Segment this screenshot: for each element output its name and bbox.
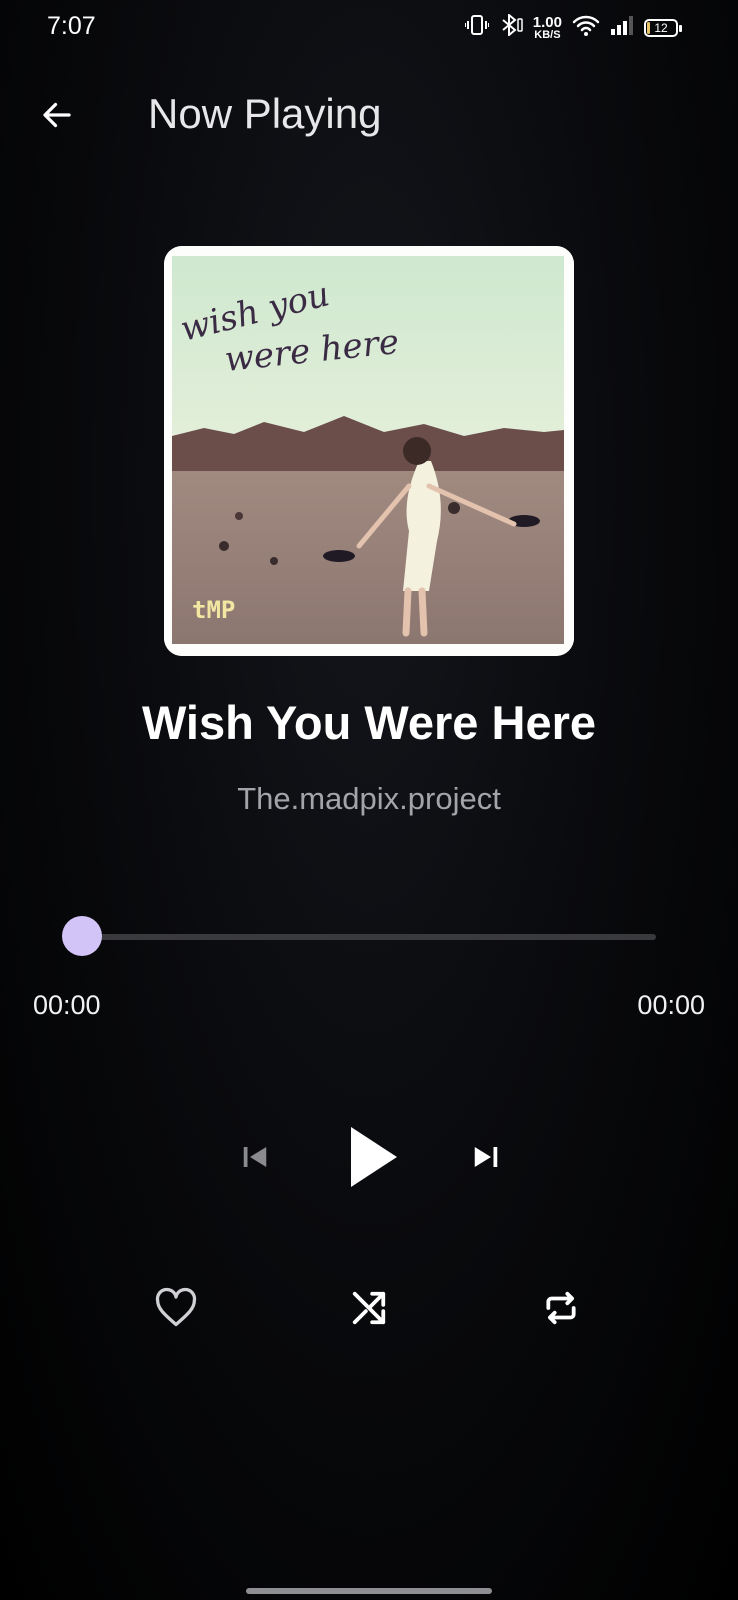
play-button[interactable] [338,1122,408,1192]
skip-previous-icon [243,1147,267,1167]
favorite-button[interactable] [152,1284,200,1332]
track-artist: The.madpix.project [237,781,501,816]
total-duration: 00:00 [637,990,705,1020]
status-bar: 7:07 1.00 KB/S 12 [0,0,738,58]
signal-icon [610,14,634,41]
page-title: Now Playing [148,90,382,137]
shuffle-button[interactable] [345,1284,393,1332]
heart-outline-icon [155,1287,197,1327]
play-icon [351,1127,397,1187]
seek-track [82,934,656,940]
vibrate-icon [463,14,490,41]
network-speed-value: 1.00 [532,13,562,31]
wifi-icon [572,14,600,41]
next-button[interactable] [466,1137,506,1177]
network-speed-unit: KB/S [534,28,561,41]
battery-icon: 12 [644,18,682,37]
repeat-icon [546,1291,576,1325]
track-title: Wish You Were Here [141,696,597,749]
cover-logo: tMP [192,596,235,624]
seek-bar[interactable] [62,916,656,956]
previous-button[interactable] [235,1137,275,1177]
album-cover-image: wish you were here tMP [164,246,574,656]
network-speed: 1.00 KB/S [533,15,562,41]
elapsed-time: 00:00 [33,990,101,1020]
app-bar: Now Playing [0,80,738,150]
status-icons: 1.00 KB/S 12 [463,12,682,41]
skip-next-icon [474,1147,498,1167]
battery-level: 12 [654,20,668,35]
bluetooth-icon [499,12,523,41]
status-time: 7:07 [47,12,96,40]
back-button[interactable] [34,92,80,138]
arrow-left-icon [43,102,71,128]
repeat-button[interactable] [537,1284,585,1332]
home-indicator[interactable] [246,1588,492,1594]
seek-thumb[interactable] [62,916,102,956]
album-art: wish you were here tMP [164,246,574,656]
shuffle-icon [352,1291,386,1325]
